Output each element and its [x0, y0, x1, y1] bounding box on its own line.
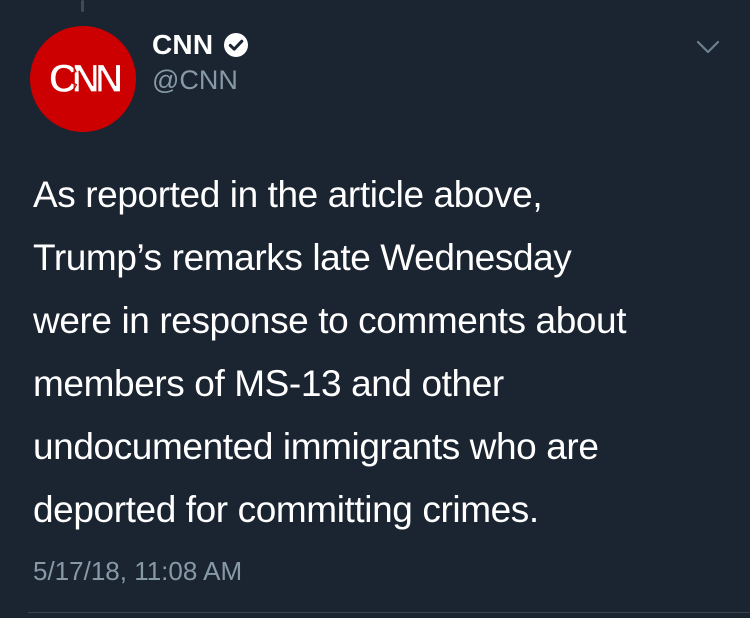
author-name-row[interactable]: CNN: [152, 27, 250, 63]
tweet-text-line: As reported in the article above,: [33, 174, 543, 215]
user-handle[interactable]: @CNN: [152, 64, 238, 96]
cnn-logo-text: CNN: [49, 57, 122, 101]
tweet-text-line: undocumented immigrants who are: [33, 426, 599, 467]
cnn-logo: CNN: [48, 56, 128, 101]
tweet-text-line: Trump’s remarks late Wednesday: [33, 237, 572, 278]
tweet-text-line: deported for committing crimes.: [33, 489, 539, 530]
tweet-text-line: members of MS-13 and other: [33, 363, 504, 404]
tweet-text: As reported in the article above, Trump’…: [33, 163, 733, 541]
divider: [28, 612, 750, 613]
tweet-text-line: were in response to comments about: [33, 300, 627, 341]
verified-badge-icon: [222, 31, 250, 59]
thread-connector-line: [81, 0, 84, 12]
tweet-timestamp[interactable]: 5/17/18, 11:08 AM: [33, 554, 242, 588]
display-name[interactable]: CNN: [152, 29, 213, 61]
avatar[interactable]: CNN: [30, 26, 136, 132]
chevron-down-icon[interactable]: [694, 36, 722, 58]
